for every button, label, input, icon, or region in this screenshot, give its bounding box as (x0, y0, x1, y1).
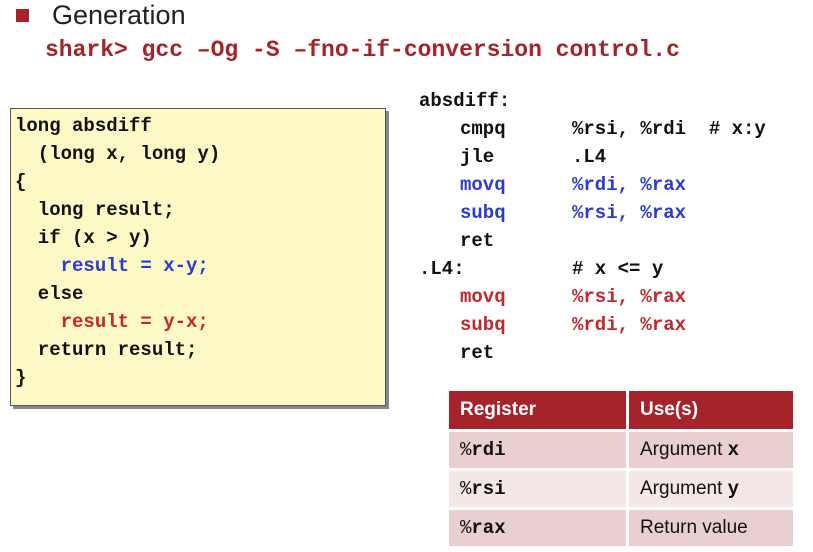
asm-op: ret (460, 230, 495, 252)
asm-args: %rsi, %rax (572, 286, 687, 308)
register-cell: %rdi (449, 429, 629, 470)
table-row: %rsi Argument y (449, 468, 793, 509)
register-prefix: % (460, 439, 472, 461)
asm-op: cmpq (460, 118, 506, 140)
use-cell: Argument x (627, 429, 793, 470)
c-code-line: result = y-x; (15, 311, 209, 333)
table-header-row: Register Use(s) (449, 391, 793, 431)
asm-args: %rdi, %rax (572, 314, 687, 336)
table-row: %rax Return value (449, 507, 793, 546)
asm-args: %rsi, %rdi # x:y (572, 118, 766, 140)
use-cell: Return value (627, 507, 793, 546)
c-code-line: { (15, 171, 27, 193)
c-code-box: long absdiff (long x, long y) { long res… (10, 108, 386, 406)
asm-label: absdiff: (419, 90, 511, 112)
use-text: Argument (640, 439, 728, 460)
asm-op: movq (460, 286, 506, 308)
asm-args: %rsi, %rax (572, 202, 687, 224)
register-prefix: % (460, 478, 472, 500)
c-code-line: } (15, 367, 27, 389)
register-cell: %rsi (449, 468, 629, 509)
use-cell: Argument y (627, 468, 793, 509)
register-table: Register Use(s) %rdi Argument x %rsi Arg… (449, 391, 793, 546)
register-name: rdi (471, 439, 506, 461)
shell-command: shark> gcc –Og -S –fno-if-conversion con… (45, 37, 680, 63)
asm-op: subq (460, 202, 506, 224)
use-text: Return value (640, 517, 748, 538)
table-row: %rdi Argument x (449, 429, 793, 470)
c-code-line: (long x, long y) (15, 143, 221, 165)
c-code-line: else (15, 283, 84, 305)
column-header-register: Register (449, 391, 629, 431)
register-name: rax (471, 517, 506, 539)
register-name: rsi (471, 478, 506, 500)
c-code-line: long result; (15, 199, 175, 221)
use-var: y (727, 478, 740, 500)
slide-heading: Generation (52, 0, 186, 30)
c-code-line: result = x-y; (15, 255, 209, 277)
use-text: Argument (640, 478, 728, 499)
use-var: x (727, 439, 740, 461)
asm-op: subq (460, 314, 506, 336)
asm-op: movq (460, 174, 506, 196)
c-code-line: return result; (15, 339, 198, 361)
bullet-square (16, 9, 29, 22)
asm-args: %rdi, %rax (572, 174, 687, 196)
register-prefix: % (460, 517, 472, 539)
c-code-line: long absdiff (15, 115, 152, 137)
asm-op: jle (460, 146, 495, 168)
asm-comment: # x <= y (572, 258, 664, 280)
asm-args: .L4 (572, 146, 607, 168)
register-cell: %rax (449, 507, 629, 546)
c-code-line: if (x > y) (15, 227, 152, 249)
asm-label: .L4: (419, 258, 465, 280)
asm-op: ret (460, 342, 495, 364)
column-header-uses: Use(s) (627, 391, 793, 431)
